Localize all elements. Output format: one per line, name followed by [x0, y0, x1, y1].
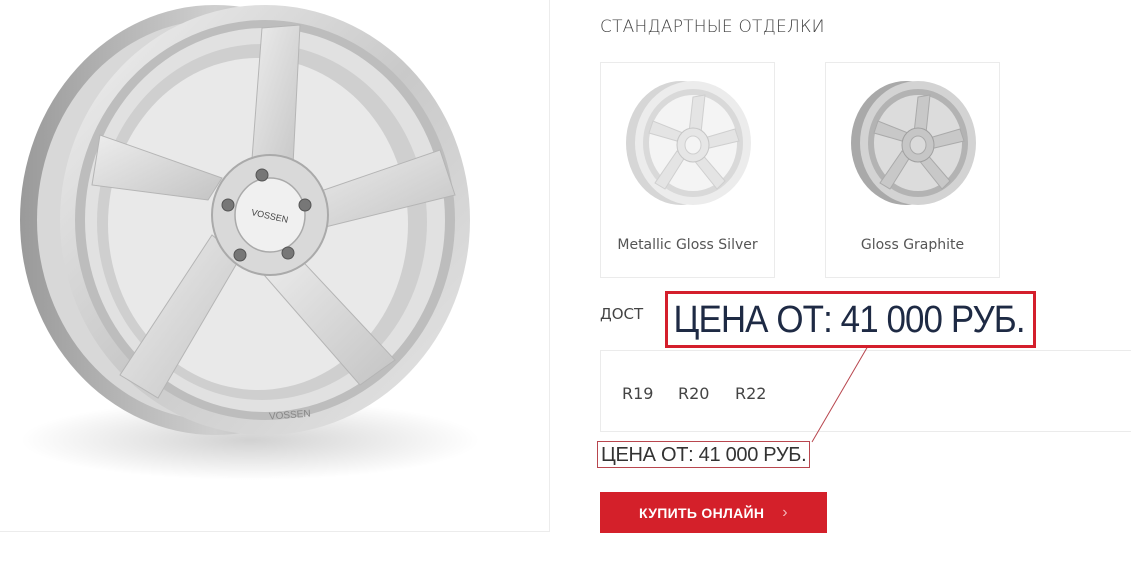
- product-image-panel: VOSSEN VOSSEN: [0, 0, 550, 532]
- wheel-image: VOSSEN VOSSEN: [20, 5, 480, 480]
- finish-label: Metallic Gloss Silver: [617, 237, 758, 253]
- finish-card-gloss-graphite[interactable]: Gloss Graphite: [825, 62, 1000, 278]
- buy-online-label: КУПИТЬ ОНЛАЙН: [639, 504, 765, 521]
- buy-online-button[interactable]: КУПИТЬ ОНЛАЙН ›: [600, 492, 827, 533]
- size-option-r19[interactable]: R19: [622, 384, 653, 403]
- sizes-title: ДОСТ: [600, 305, 644, 323]
- sizes-list: R19 R20 R22: [600, 350, 1131, 432]
- chevron-right-icon: ›: [782, 503, 788, 521]
- finishes-title: СТАНДАРТНЫЕ ОТДЕЛКИ: [600, 17, 825, 37]
- finish-card-metallic-gloss-silver[interactable]: Metallic Gloss Silver: [600, 62, 775, 278]
- size-option-r20[interactable]: R20: [678, 384, 709, 403]
- finish-thumbnail-silver: [626, 81, 751, 205]
- size-option-r22[interactable]: R22: [735, 384, 766, 403]
- finish-thumbnail-graphite: [851, 81, 976, 205]
- price-zoom-callout: ЦЕНА ОТ: 41 000 РУБ.: [665, 291, 1036, 348]
- price-text: ЦЕНА ОТ: 41 000 РУБ.: [597, 441, 811, 468]
- price-zoom-text: ЦЕНА ОТ: 41 000 РУБ.: [673, 299, 1026, 341]
- finish-label: Gloss Graphite: [860, 237, 965, 253]
